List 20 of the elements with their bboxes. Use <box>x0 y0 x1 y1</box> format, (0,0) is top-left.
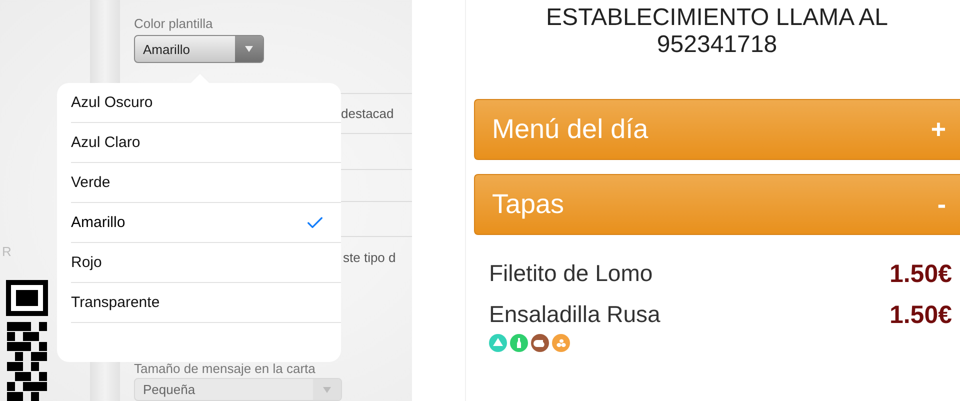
picker-option[interactable]: Verde <box>71 163 341 203</box>
field-label: Tamaño de mensaje en la carta <box>134 361 316 377</box>
dish-name: Filetito de Lomo <box>489 260 653 287</box>
field-label: ste tipo d <box>343 250 396 265</box>
size-select[interactable]: Pequeña <box>134 378 342 401</box>
picker-option[interactable]: Amarillo <box>71 203 341 243</box>
dish-name: Ensaladilla Rusa <box>489 301 660 328</box>
dish-price: 1.50€ <box>889 260 952 289</box>
caret-icon <box>245 46 253 52</box>
notice-text: ESTABLECIMIENTO LLAMA AL <box>546 4 888 31</box>
picker-option[interactable]: Transparente <box>71 283 341 323</box>
field-label: destacad <box>341 106 394 121</box>
notice-text: 952341718 <box>656 31 778 58</box>
dish-price: 1.50€ <box>889 301 952 330</box>
field-label: Color plantilla <box>134 16 214 32</box>
caret-icon <box>323 386 331 392</box>
color-select[interactable]: Amarillo <box>134 35 264 63</box>
picker-option[interactable]: Azul Claro <box>71 123 341 163</box>
picker-option[interactable]: Rojo <box>71 243 341 283</box>
picker-option[interactable]: Azul Oscuro <box>71 83 341 123</box>
